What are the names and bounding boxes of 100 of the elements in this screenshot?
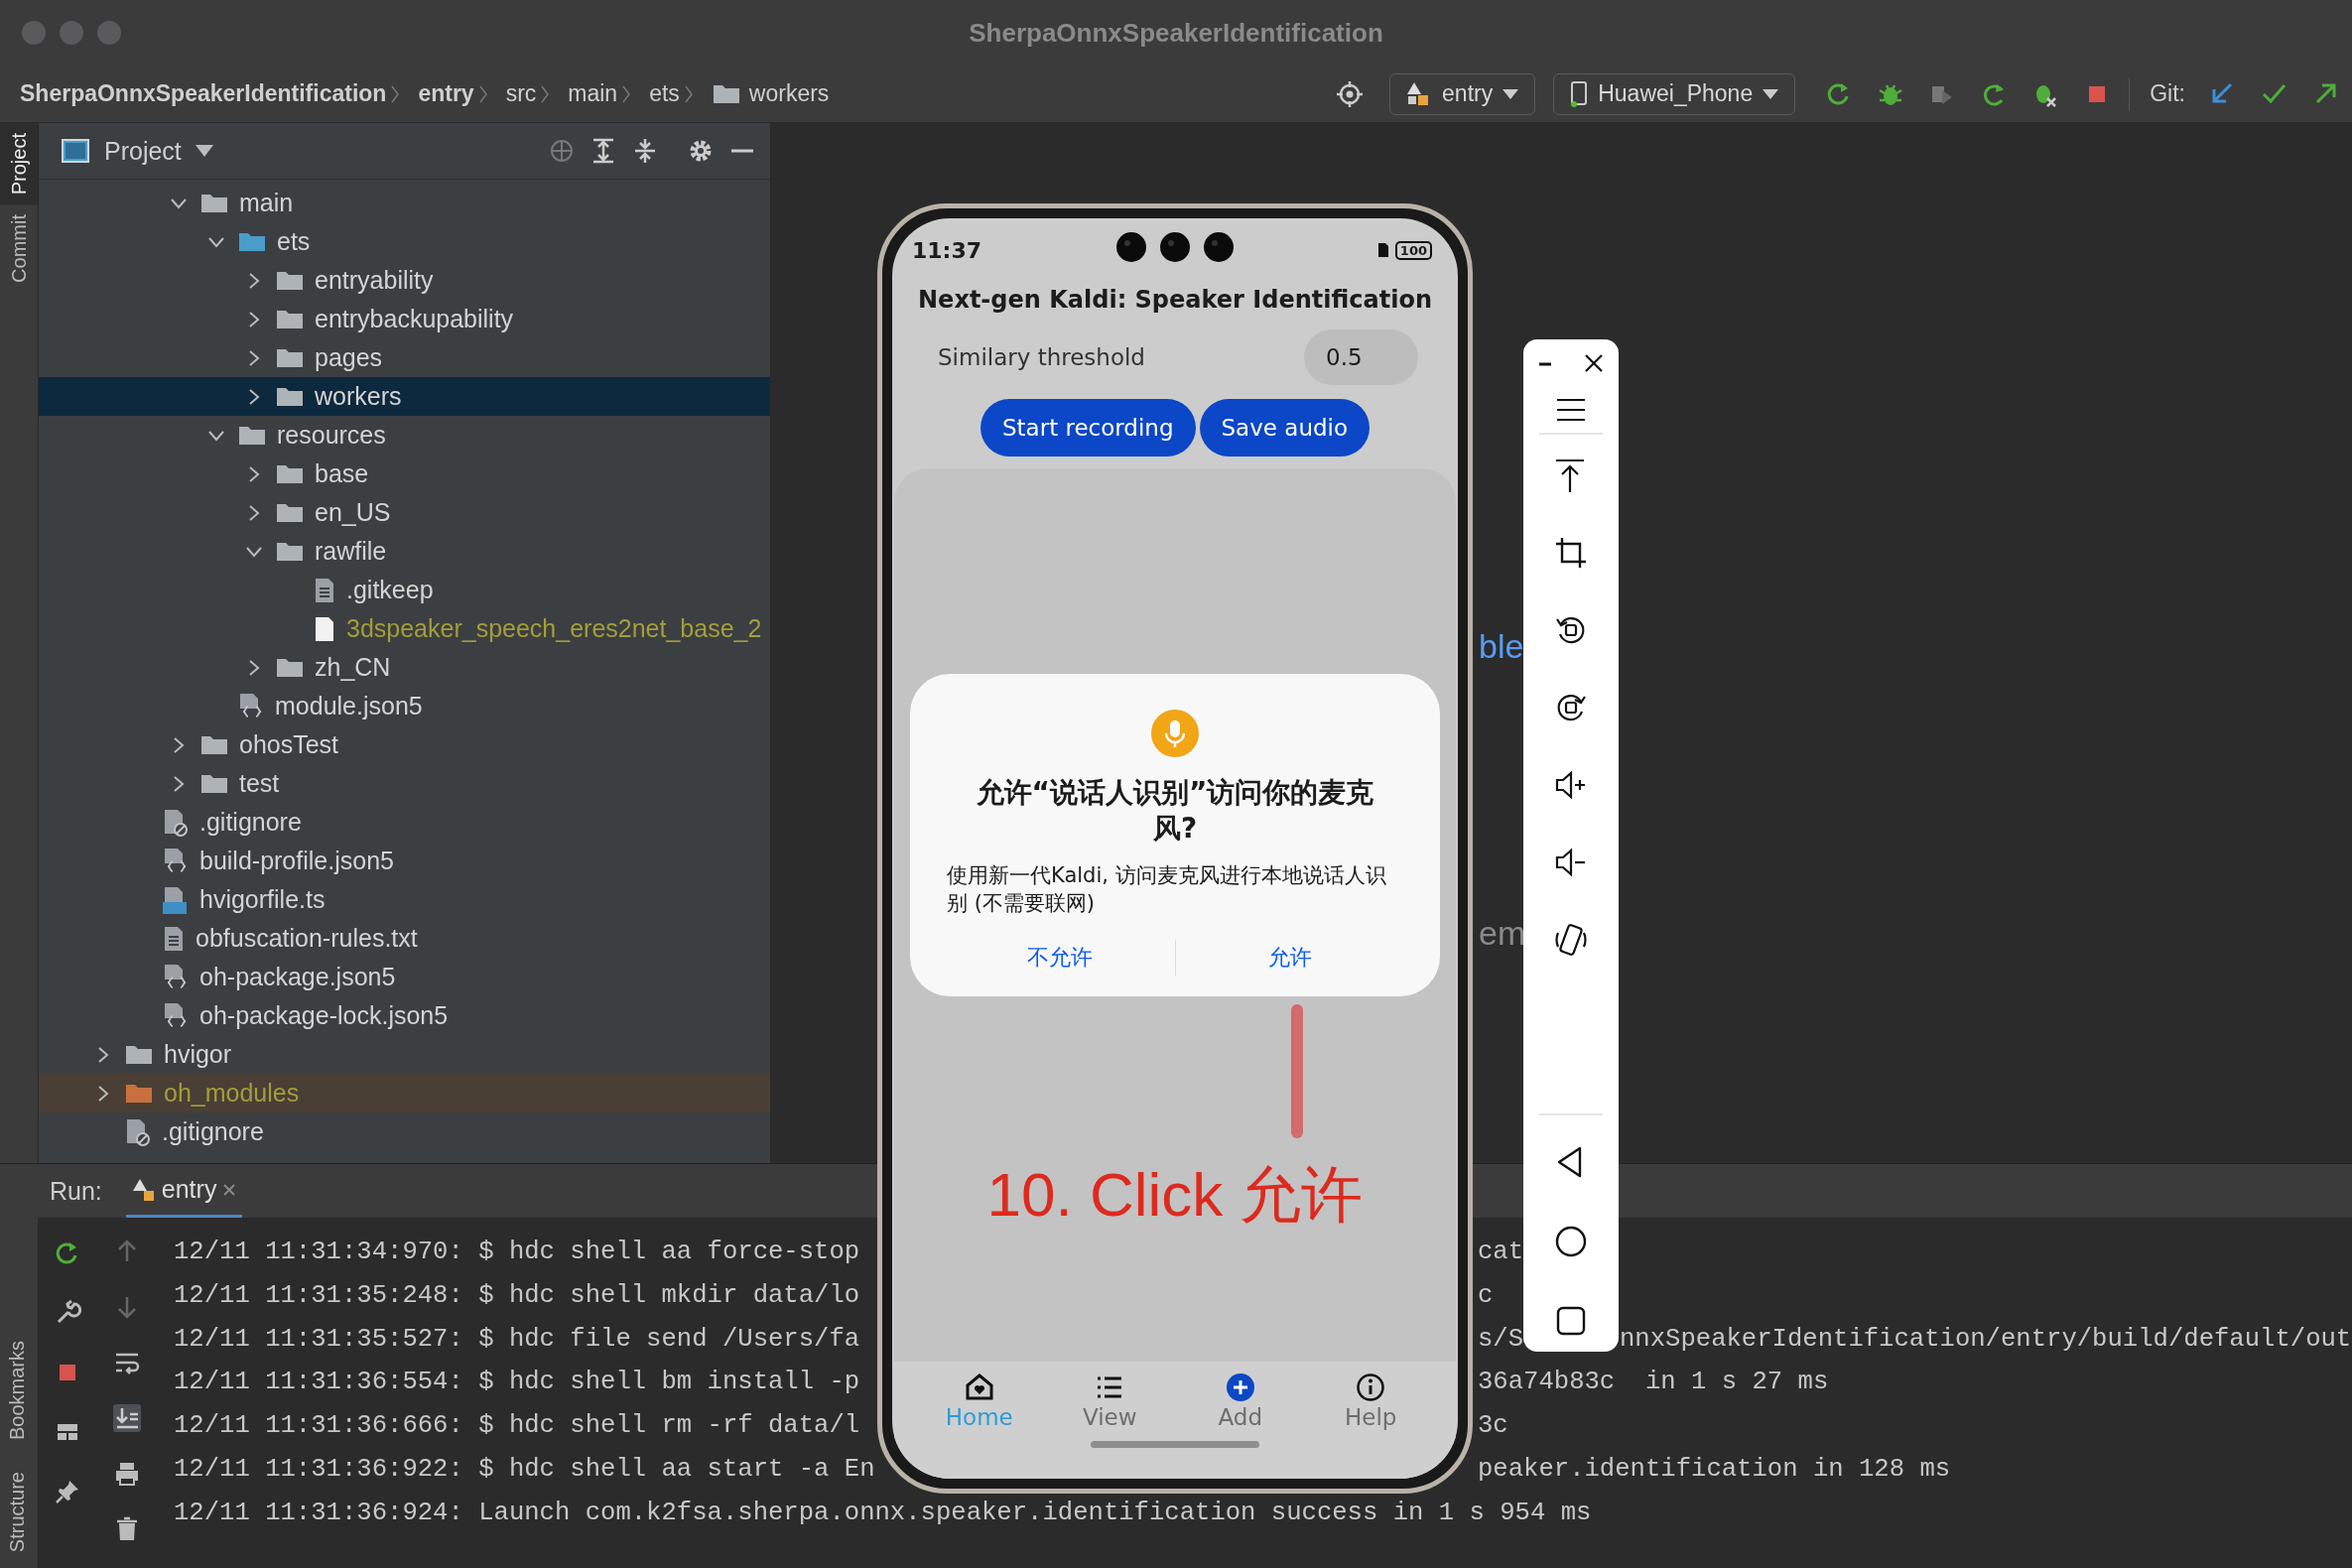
tree-item-label: .gitignore [199,808,302,837]
tree-item[interactable]: base [39,455,770,493]
breadcrumb-link[interactable]: main [568,80,618,107]
console-line: nnxSpeakerIdentification/entry/build/default/out [1620,1324,2352,1356]
panel-title[interactable]: Project [104,136,182,166]
tree-item-label: hvigorfile.ts [199,885,326,914]
info-icon [1356,1372,1386,1402]
tree-item-label: ohosTest [239,730,339,759]
tree-item[interactable]: test [39,764,770,803]
side-tab[interactable]: Bookmarks [0,1334,38,1446]
device-dropdown[interactable]: Huawei_Phone [1553,72,1796,115]
side-tab[interactable]: Commit [0,204,38,294]
tree-item[interactable]: entrybackupability [39,300,770,338]
tree-item[interactable]: hvigor [39,1035,770,1074]
text-file-icon [162,924,186,953]
close-icon[interactable] [1584,353,1604,373]
chevron-icon [390,83,401,104]
tree-item[interactable]: oh-package-lock.json5 [39,996,770,1035]
print-icon[interactable] [113,1460,141,1488]
tree-item[interactable]: oh_modules [39,1074,770,1112]
tree-item[interactable]: zh_CN [39,648,770,687]
breadcrumb-link[interactable]: ets [649,80,680,107]
tree-item[interactable]: module.json5 [39,687,770,725]
camera-icon [1204,232,1234,262]
home-icon [964,1372,994,1402]
microphone-icon [1151,710,1199,757]
tree-item[interactable]: workers [39,377,770,416]
console-line: cat [1478,1238,1524,1268]
panel-icon [61,138,90,164]
tree-item-label: test [239,769,280,798]
dialog-title: 允许“说话人识别”访问你的麦克风? [975,775,1375,848]
pin-icon[interactable] [54,1478,81,1505]
volume-up-icon[interactable] [1554,768,1588,802]
tree-item[interactable]: resources [39,416,770,455]
caret-icon [1503,88,1519,99]
breadcrumb-link[interactable]: entry [418,80,474,107]
tree-item[interactable]: rawfile [39,532,770,571]
chevron-icon [621,83,632,104]
breadcrumb-link[interactable]: src [505,80,537,107]
tree-item-label: module.json5 [275,692,423,720]
dialog-button[interactable]: 允许 [1175,937,1404,980]
run-tab[interactable]: entry [125,1164,243,1218]
git-label: Git: [2150,80,2185,107]
chevron-icon [683,83,694,104]
tree-item[interactable]: pages [39,338,770,377]
home-icon[interactable] [1554,1225,1588,1258]
tree-item[interactable]: oh-package.json5 [39,958,770,996]
console-line: s/S [1478,1324,1524,1356]
tree-item[interactable]: ets [39,222,770,261]
tree-item[interactable]: main [39,184,770,222]
action-button[interactable]: Save audio [1199,399,1370,457]
typescript-file-icon [162,884,190,915]
tree-item-label: 3dspeaker_speech_eres2net_base_2 [346,614,762,643]
status-time: 11:37 [912,237,982,263]
tree-item-label: oh-package-lock.json5 [199,1001,449,1030]
volume-down-icon[interactable] [1554,846,1588,879]
tree-item-label: hvigor [164,1040,232,1069]
dialog-message: 使用新一代Kaldi, 访问麦克风进行本地说话人识别 (不需要联网) [947,861,1387,918]
action-button[interactable]: Start recording [980,399,1196,457]
tree-item[interactable]: build-profile.json5 [39,842,770,880]
tree-item[interactable]: entryability [39,261,770,300]
console-line: 12/11 11:31:35:527: $ hdc file send /Users/fa [174,1324,860,1356]
tree-item[interactable]: 3dspeaker_speech_eres2net_base_2 [39,609,770,648]
chevron-icon [540,83,551,104]
target-icon[interactable] [1336,79,1365,108]
add-icon [1225,1372,1255,1402]
tree-item[interactable]: en_US [39,493,770,532]
console-line: 12/11 11:31:36:666: $ hdc shell rm -rf data/l [174,1411,860,1443]
tree-item-label: obfuscation-rules.txt [196,924,418,953]
side-tab[interactable]: Project [0,123,38,205]
dialog-button[interactable]: 不允许 [946,937,1175,980]
tree-item-label: pages [315,343,383,372]
console-line: 36a74b83c in 1 s 27 ms [1478,1368,1829,1399]
tree-item[interactable]: .gitignore [39,1112,770,1151]
caret-icon[interactable] [195,145,213,157]
tree-item[interactable]: obfuscation-rules.txt [39,919,770,958]
tree-item[interactable]: .gitkeep [39,571,770,609]
shake-phone-icon[interactable] [1554,923,1588,957]
side-tab[interactable]: Structure [0,1465,38,1558]
breadcrumb-link[interactable]: SherpaOnnxSpeakerIdentification [20,80,387,107]
recents-icon[interactable] [1554,1304,1588,1338]
breadcrumb-link[interactable]: workers [748,80,830,107]
crop-icon[interactable] [1554,536,1588,570]
menu-icon[interactable] [1556,397,1586,423]
tree-item-label: resources [277,421,386,450]
tree-item[interactable]: .gitignore [39,803,770,842]
tree-item[interactable]: ohosTest [39,725,770,764]
camera-icon [1160,232,1190,262]
scroll-to-end-icon[interactable] [113,1404,141,1432]
ignore-file-icon [162,807,190,838]
threshold-field[interactable]: 0.5 [1304,329,1418,385]
tree-item-label: ets [277,227,311,256]
console-line: 12/11 11:31:34:970: $ hdc shell aa force-stop [174,1238,860,1268]
tree-item[interactable]: hvigorfile.ts [39,880,770,919]
console-line: 12/11 11:31:36:924: Launch com.k2fsa.sherpa.onnx.speaker.identification success in 1 s 954 ms [174,1498,1592,1529]
run-config-dropdown[interactable]: entry [1389,72,1536,115]
text-file-icon [313,576,336,604]
caret-icon [1763,88,1779,99]
tree-item-label: zh_CN [315,653,391,682]
editor-link[interactable]: ble [1479,627,1524,666]
